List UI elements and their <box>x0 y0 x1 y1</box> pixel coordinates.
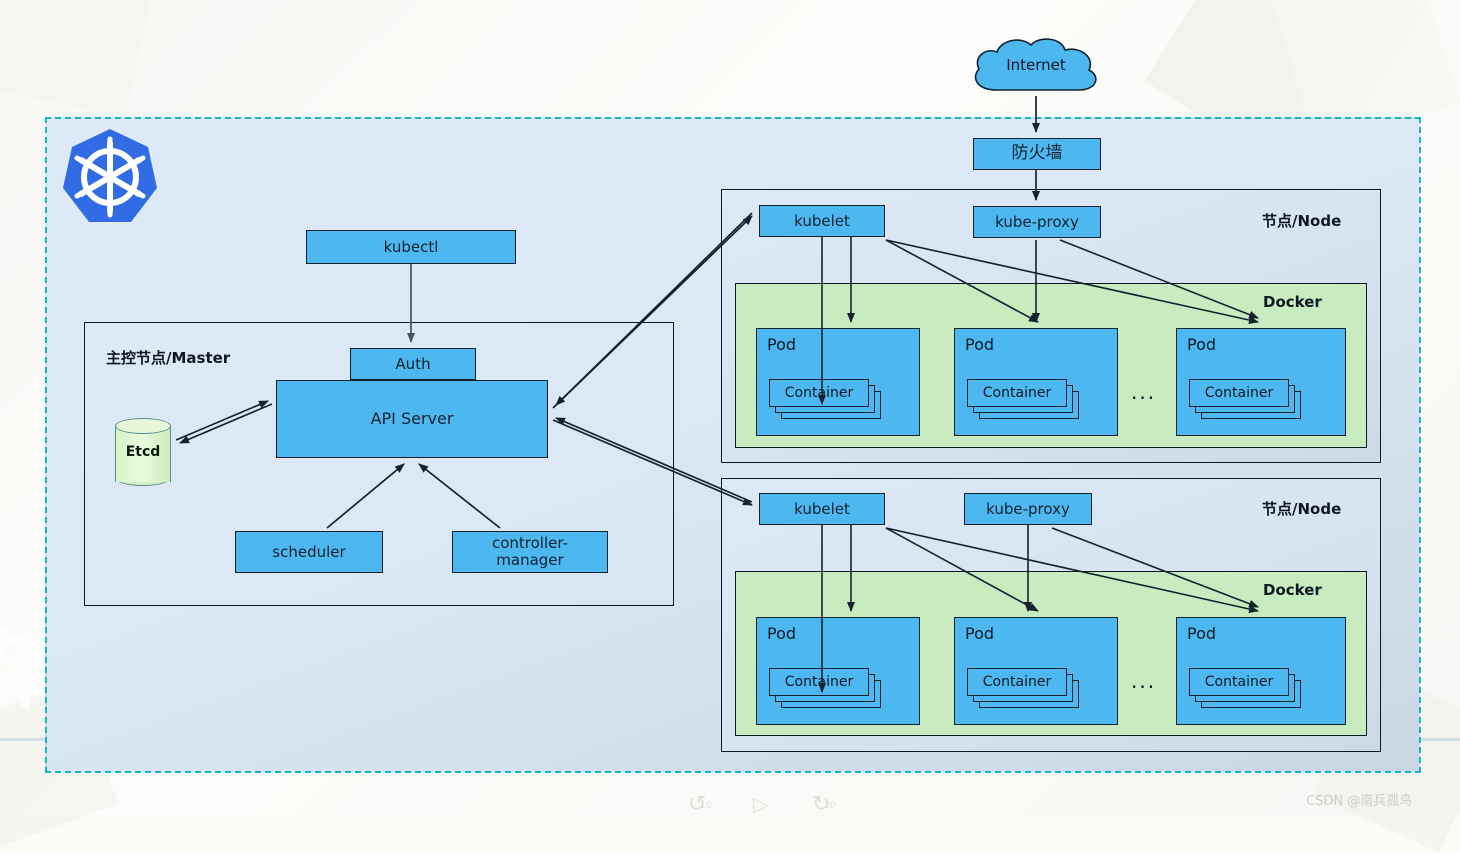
diagram-canvas: 架构 ↺ 10 ▷ ↻ 30 Internet <box>0 0 1460 853</box>
container-box[interactable]: Container <box>967 668 1067 696</box>
forward-amount-label: 30 <box>824 801 836 811</box>
kube-proxy-label-2: kube-proxy <box>986 499 1070 518</box>
pod-label: Pod <box>767 335 797 354</box>
pod-box[interactable]: Pod Container <box>756 328 920 436</box>
api-server-box[interactable]: API Server <box>276 380 548 458</box>
pod-label: Pod <box>1187 624 1217 643</box>
pod-box[interactable]: Pod Container <box>954 617 1118 725</box>
controller-manager-box[interactable]: controller- manager <box>452 531 608 573</box>
node-1-label: 节点/Node <box>1262 212 1342 230</box>
csdn-watermark: CSDN @南兵孤鸟 <box>1306 794 1413 809</box>
internet-label: Internet <box>1006 56 1066 74</box>
pod-label: Pod <box>1187 335 1217 354</box>
container-label: Container <box>982 674 1052 690</box>
controller-manager-label-line1: controller- <box>491 534 568 553</box>
pods-ellipsis-2: ... <box>1131 669 1157 693</box>
kubelet-box-1[interactable]: kubelet <box>759 205 885 237</box>
pod-box[interactable]: Pod Container <box>1176 617 1346 725</box>
kubernetes-logo <box>60 127 160 229</box>
container-box[interactable]: Container <box>1189 379 1289 407</box>
rewind-amount-label: 10 <box>700 801 712 811</box>
kubelet-box-2[interactable]: kubelet <box>759 493 885 525</box>
controller-manager-label-line2: manager <box>496 551 564 569</box>
kubectl-label: kubectl <box>383 237 439 256</box>
scheduler-box[interactable]: scheduler <box>235 531 383 573</box>
container-label: Container <box>1204 674 1274 690</box>
kube-proxy-box-2[interactable]: kube-proxy <box>964 493 1092 525</box>
pod-box[interactable]: Pod Container <box>1176 328 1346 436</box>
pod-label: Pod <box>767 624 797 643</box>
kubernetes-wheel-icon <box>63 129 157 222</box>
node-2-label: 节点/Node <box>1262 500 1342 518</box>
kubectl-box[interactable]: kubectl <box>306 230 516 264</box>
container-box[interactable]: Container <box>1189 668 1289 696</box>
etcd-cylinder[interactable]: Etcd <box>115 418 171 488</box>
etcd-cap <box>115 418 171 434</box>
auth-label: Auth <box>395 354 431 373</box>
auth-box[interactable]: Auth <box>350 348 476 380</box>
scheduler-label: scheduler <box>272 542 346 561</box>
api-server-label: API Server <box>370 409 454 429</box>
internet-cloud: Internet <box>965 34 1107 100</box>
container-box[interactable]: Container <box>967 379 1067 407</box>
pod-label: Pod <box>965 335 995 354</box>
container-label: Container <box>784 385 854 401</box>
firewall-label: 防火墙 <box>1011 143 1063 164</box>
kubelet-label-1: kubelet <box>794 211 850 230</box>
pod-box[interactable]: Pod Container <box>756 617 920 725</box>
kubelet-label-2: kubelet <box>794 499 850 518</box>
kube-proxy-label-1: kube-proxy <box>995 212 1079 231</box>
pod-box[interactable]: Pod Container <box>954 328 1118 436</box>
pods-ellipsis-1: ... <box>1131 380 1157 404</box>
container-label: Container <box>784 674 854 690</box>
container-box[interactable]: Container <box>769 668 869 696</box>
docker-label-2: Docker <box>1263 581 1322 599</box>
kube-proxy-box-1[interactable]: kube-proxy <box>973 206 1101 238</box>
firewall-box[interactable]: 防火墙 <box>973 138 1101 170</box>
play-icon[interactable]: ▷ <box>753 792 768 816</box>
container-box[interactable]: Container <box>769 379 869 407</box>
container-label: Container <box>1204 385 1274 401</box>
pod-label: Pod <box>965 624 995 643</box>
docker-label-1: Docker <box>1263 293 1322 311</box>
etcd-label: Etcd <box>125 444 161 460</box>
master-panel-label: 主控节点/Master <box>106 349 231 367</box>
container-label: Container <box>982 385 1052 401</box>
